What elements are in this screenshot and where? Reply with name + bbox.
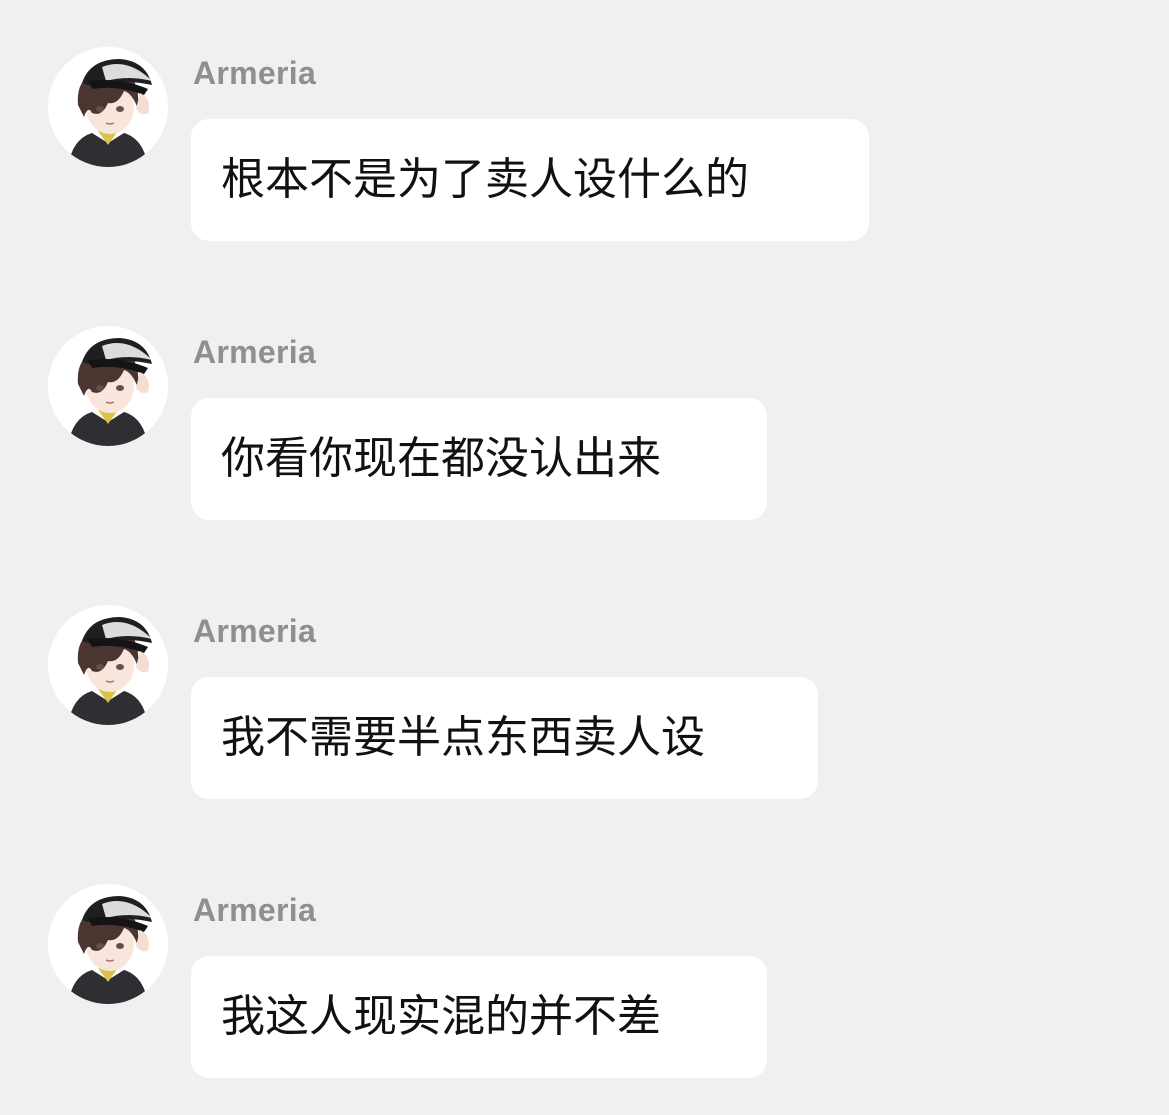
message-text: 根本不是为了卖人设什么的 xyxy=(221,154,749,205)
message-bubble[interactable]: 我不需要半点东西卖人设 xyxy=(191,677,818,799)
message-text: 我不需要半点东西卖人设 xyxy=(221,712,705,763)
message-item: Armeria 我不需要半点东西卖人设 xyxy=(0,605,1169,835)
sender-name: Armeria xyxy=(193,613,317,649)
message-text: 我这人现实混的并不差 xyxy=(221,991,661,1042)
message-bubble[interactable]: 根本不是为了卖人设什么的 xyxy=(191,119,869,241)
sender-name: Armeria xyxy=(193,334,317,370)
message-item: Armeria 我这人现实混的并不差 xyxy=(0,884,1169,1114)
message-bubble[interactable]: 你看你现在都没认出来 xyxy=(191,398,767,520)
avatar[interactable] xyxy=(48,605,168,725)
anime-avatar-icon xyxy=(48,326,168,446)
message-bubble[interactable]: 我这人现实混的并不差 xyxy=(191,956,767,1078)
avatar[interactable] xyxy=(48,47,168,167)
anime-avatar-icon xyxy=(48,884,168,1004)
anime-avatar-icon xyxy=(48,47,168,167)
anime-avatar-icon xyxy=(48,605,168,725)
message-item: Armeria 根本不是为了卖人设什么的 xyxy=(0,47,1169,277)
avatar[interactable] xyxy=(48,326,168,446)
sender-name: Armeria xyxy=(193,892,317,928)
message-item: Armeria 你看你现在都没认出来 xyxy=(0,326,1169,556)
avatar[interactable] xyxy=(48,884,168,1004)
sender-name: Armeria xyxy=(193,55,317,91)
message-text: 你看你现在都没认出来 xyxy=(221,433,661,484)
